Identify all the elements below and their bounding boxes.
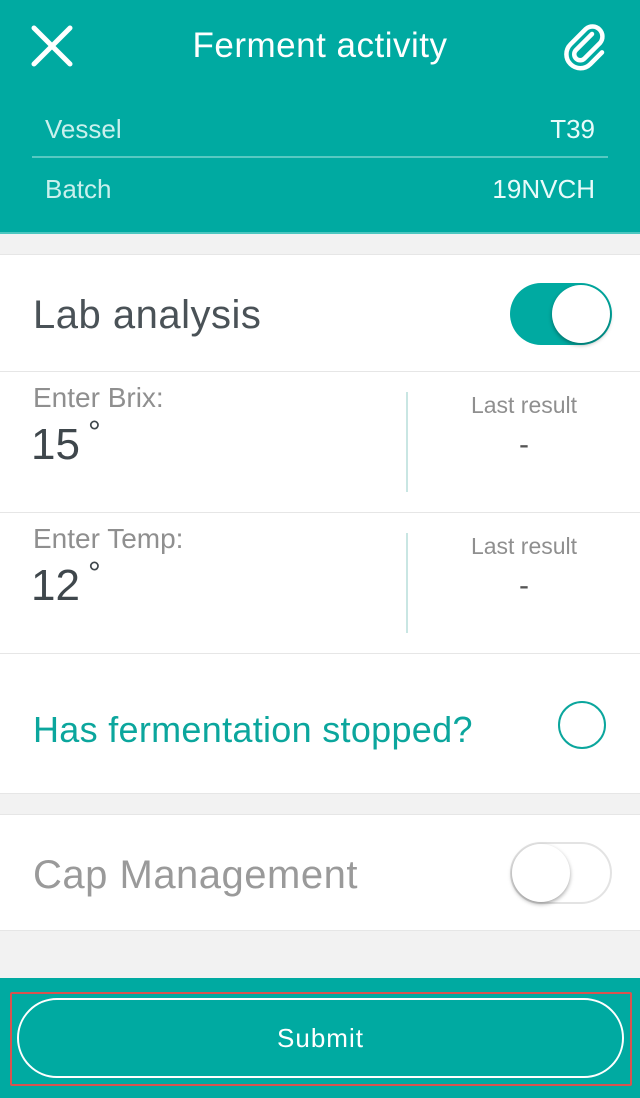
vessel-label: Vessel: [45, 114, 122, 144]
close-icon[interactable]: [28, 22, 76, 70]
cap-management-card: Cap Management: [0, 814, 640, 931]
paperclip-icon[interactable]: [562, 20, 612, 72]
brix-last-result-label: Last result: [470, 392, 578, 418]
temp-unit: °: [88, 555, 101, 591]
brix-last-result-value: -: [519, 428, 529, 461]
header-bar: Ferment activity Vessel T39 Batch 19NVCH: [0, 0, 640, 234]
vessel-row: Vessel T39: [32, 98, 608, 158]
batch-label: Batch: [45, 174, 112, 204]
submit-button[interactable]: Submit: [17, 998, 624, 1078]
toggle-knob: [552, 285, 610, 343]
divider: [0, 653, 640, 654]
temp-last-result-value: -: [519, 569, 529, 602]
temp-measurement: Enter Temp: 12 ° Last result -: [0, 513, 640, 653]
page-title: Ferment activity: [192, 26, 448, 65]
cap-management-title: Cap Management: [33, 853, 358, 897]
batch-row: Batch 19NVCH: [32, 158, 608, 218]
lab-analysis-title: Lab analysis: [33, 293, 262, 337]
temp-last-result-label: Last result: [470, 533, 578, 559]
brix-label: Enter Brix:: [33, 382, 164, 413]
fermentation-stopped-label: Has fermentation stopped?: [33, 709, 473, 750]
brix-unit: °: [88, 414, 101, 450]
fermentation-stopped-radio[interactable]: [558, 701, 606, 749]
vessel-value: T39: [550, 114, 595, 144]
lab-analysis-card: Lab analysis Enter Brix: 15 ° Last resul…: [0, 254, 640, 794]
temp-label: Enter Temp:: [33, 523, 184, 554]
lab-analysis-toggle[interactable]: [510, 283, 612, 345]
brix-measurement: Enter Brix: 15 ° Last result -: [0, 372, 640, 512]
footer-bar: Submit: [0, 978, 640, 1098]
brix-input[interactable]: 15: [31, 420, 80, 470]
batch-value: 19NVCH: [492, 174, 595, 204]
temp-input[interactable]: 12: [31, 561, 80, 611]
toggle-knob: [512, 844, 570, 902]
cap-management-toggle[interactable]: [510, 842, 612, 904]
